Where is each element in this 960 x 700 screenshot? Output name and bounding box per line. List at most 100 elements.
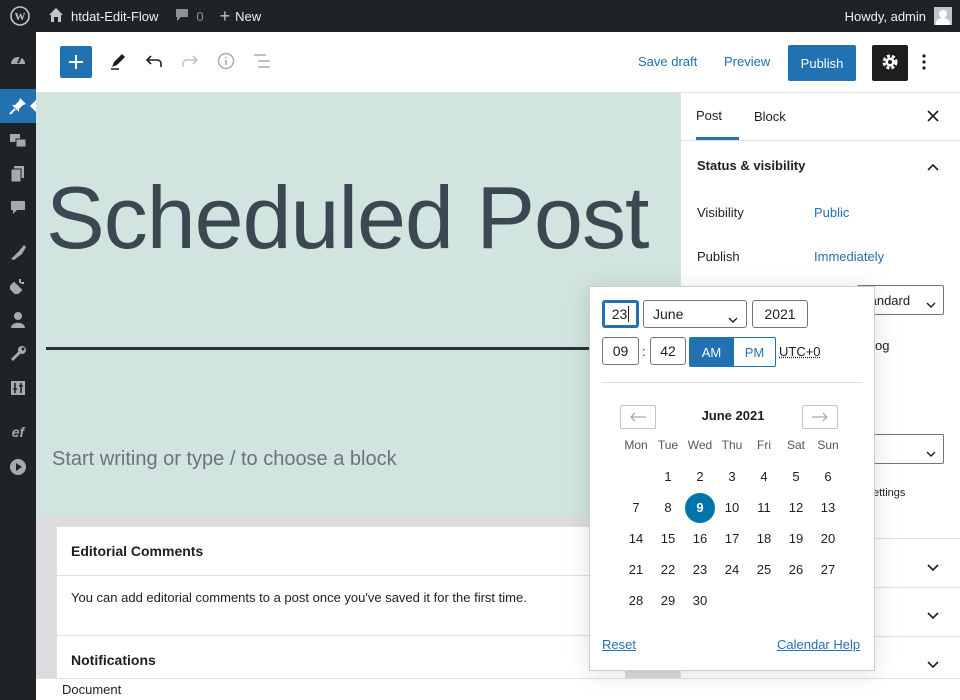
calendar-day-selected[interactable]: 9 (685, 493, 715, 523)
sticky-label-partial: og (875, 338, 889, 353)
chevron-down-icon[interactable] (927, 608, 939, 623)
calendar-day[interactable]: 7 (621, 493, 651, 523)
list-view-button[interactable] (246, 46, 278, 78)
comments-icon[interactable] (0, 191, 36, 225)
editflow-icon[interactable]: ef (0, 415, 36, 449)
comments-link[interactable]: 0 (166, 0, 211, 32)
chevron-down-icon[interactable] (927, 560, 939, 575)
calendar-day[interactable]: 17 (717, 524, 747, 554)
calendar-day[interactable]: 1 (653, 462, 683, 492)
day-value: 23 (612, 306, 628, 322)
close-sidebar-button[interactable] (921, 105, 945, 129)
breadcrumb-document[interactable]: Document (62, 682, 121, 697)
separator-block[interactable] (46, 347, 680, 350)
editorial-comments-title[interactable]: Editorial Comments (57, 527, 625, 575)
calendar-day[interactable]: 16 (685, 524, 715, 554)
calendar-day[interactable]: 21 (621, 555, 651, 585)
site-name-link[interactable]: htdat-Edit-Flow (40, 0, 166, 32)
appearance-icon[interactable] (0, 235, 36, 269)
publish-label: Publish (697, 249, 740, 264)
visibility-toggle[interactable]: Public (814, 205, 849, 220)
account-menu[interactable]: Howdy, admin (845, 7, 960, 25)
calendar-day[interactable]: 28 (621, 586, 651, 616)
pm-button[interactable]: PM (733, 337, 776, 367)
weekday-label: Wed (685, 438, 715, 452)
calendar-day[interactable]: 20 (813, 524, 843, 554)
post-title[interactable]: Scheduled Post (46, 167, 648, 269)
calendar-day[interactable]: 25 (749, 555, 779, 585)
edit-mode-button[interactable] (102, 46, 134, 78)
publish-button[interactable]: Publish (788, 45, 856, 81)
calendar-day[interactable]: 8 (653, 493, 683, 523)
publish-date-toggle[interactable]: Immediately (814, 249, 884, 264)
add-block-button[interactable] (60, 46, 92, 78)
next-month-button[interactable] (802, 405, 838, 429)
calendar-day[interactable]: 10 (717, 493, 747, 523)
settings-button[interactable] (872, 45, 908, 81)
new-content-link[interactable]: + New (212, 0, 270, 32)
media-icon[interactable] (0, 123, 36, 157)
timezone-label[interactable]: UTC+0 (779, 344, 821, 359)
details-button[interactable] (210, 46, 242, 78)
redo-icon (181, 52, 199, 73)
notifications-title[interactable]: Notifications (57, 636, 625, 684)
admin-menu: ef (0, 32, 36, 700)
calendar-help-button[interactable]: Calendar Help (777, 637, 860, 652)
undo-button[interactable] (138, 46, 170, 78)
day-input[interactable]: 23 (602, 300, 639, 328)
arrow-right-icon (811, 410, 829, 425)
list-view-icon (252, 52, 272, 73)
calendar-day[interactable]: 22 (653, 555, 683, 585)
dashboard-icon[interactable] (0, 43, 36, 77)
tab-post[interactable]: Post (696, 93, 739, 140)
calendar-day[interactable]: 15 (653, 524, 683, 554)
save-draft-button[interactable]: Save draft (638, 54, 697, 69)
settings-icon[interactable] (0, 371, 36, 405)
calendar-day[interactable]: 23 (685, 555, 715, 585)
calendar-day[interactable]: 30 (685, 586, 715, 616)
preview-button[interactable]: Preview (724, 54, 770, 69)
calendar-day[interactable]: 11 (749, 493, 779, 523)
users-icon[interactable] (0, 303, 36, 337)
status-visibility-toggle[interactable]: Status & visibility (681, 141, 960, 189)
calendar-day[interactable]: 18 (749, 524, 779, 554)
more-options-button[interactable] (912, 45, 936, 81)
minutes-input[interactable]: 42 (650, 337, 686, 365)
calendar-day[interactable]: 13 (813, 493, 843, 523)
calendar-day[interactable]: 4 (749, 462, 779, 492)
redo-button[interactable] (174, 46, 206, 78)
calendar-day[interactable]: 19 (781, 524, 811, 554)
plugins-icon[interactable] (0, 269, 36, 303)
weekday-label: Mon (621, 438, 651, 452)
reset-button[interactable]: Reset (602, 637, 636, 652)
pin-icon[interactable] (0, 89, 36, 123)
chevron-down-icon[interactable] (927, 657, 939, 672)
play-icon[interactable] (0, 450, 36, 484)
calendar-day[interactable]: 26 (781, 555, 811, 585)
block-placeholder[interactable]: Start writing or type / to choose a bloc… (52, 448, 397, 471)
editorial-comments-panel: Editorial Comments You can add editorial… (56, 526, 626, 636)
year-input[interactable]: 2021 (752, 300, 808, 328)
month-select[interactable]: June (643, 300, 747, 328)
calendar-day[interactable]: 3 (717, 462, 747, 492)
settings-label-partial: ettings (873, 487, 905, 499)
info-icon (217, 52, 235, 73)
calendar-day[interactable]: 29 (653, 586, 683, 616)
calendar-day[interactable]: 27 (813, 555, 843, 585)
calendar-day[interactable]: 2 (685, 462, 715, 492)
calendar-day[interactable]: 14 (621, 524, 651, 554)
am-button[interactable]: AM (689, 337, 734, 367)
pages-icon[interactable] (0, 157, 36, 191)
calendar-day[interactable]: 6 (813, 462, 843, 492)
vertical-ellipsis-icon (922, 54, 926, 73)
calendar-day[interactable]: 12 (781, 493, 811, 523)
new-label: New (235, 9, 261, 24)
calendar-day[interactable]: 5 (781, 462, 811, 492)
tools-icon[interactable] (0, 337, 36, 371)
block-breadcrumb-bar: Document (36, 678, 960, 700)
tab-block[interactable]: Block (754, 93, 804, 140)
wordpress-logo-icon[interactable]: W (0, 0, 40, 32)
hours-input[interactable]: 09 (602, 337, 639, 365)
close-icon (927, 110, 939, 125)
calendar-day[interactable]: 24 (717, 555, 747, 585)
